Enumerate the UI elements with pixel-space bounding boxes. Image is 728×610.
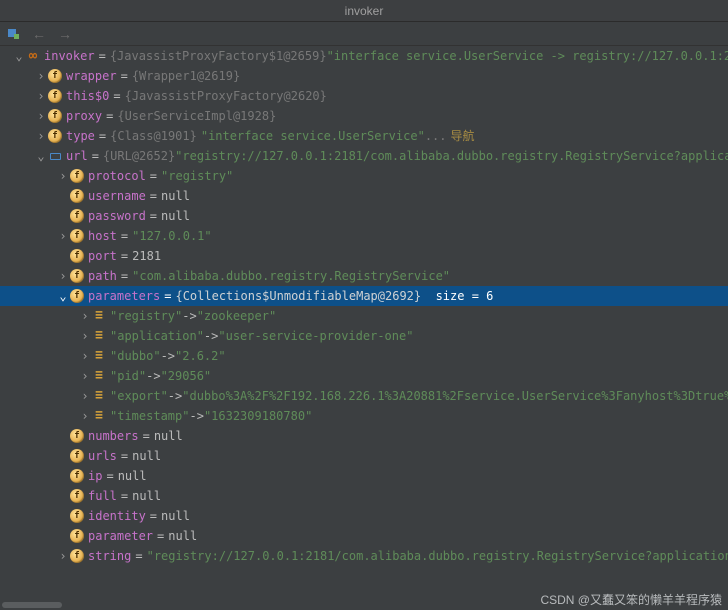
chevron-right-icon[interactable]: ›	[34, 86, 48, 106]
chevron-down-icon[interactable]: ⌄	[34, 146, 48, 166]
field-icon: f	[48, 69, 62, 83]
field-icon: f	[70, 549, 84, 563]
tree-row-proxy[interactable]: › f proxy = {UserServiceImpl@1928}	[0, 106, 728, 126]
tree-row-wrapper[interactable]: › f wrapper = {Wrapper1@2619}	[0, 66, 728, 86]
chevron-right-icon[interactable]: ›	[56, 266, 70, 286]
chevron-down-icon[interactable]: ⌄	[56, 286, 70, 306]
chevron-right-icon[interactable]: ›	[34, 106, 48, 126]
tree-row-parameter[interactable]: ·fparameter=null	[0, 526, 728, 546]
variable-tree[interactable]: ⌄ ∞ invoker = {JavassistProxyFactory$1@2…	[0, 46, 728, 592]
field-icon: f	[70, 489, 84, 503]
var-name: invoker	[44, 46, 95, 66]
tree-config-icon[interactable]	[6, 26, 22, 42]
tree-row-parameters[interactable]: ⌄fparameters={Collections$UnmodifiableMa…	[0, 286, 728, 306]
tree-row-type[interactable]: › f type = {Class@1901} "interface servi…	[0, 126, 728, 146]
chevron-down-icon[interactable]: ⌄	[12, 46, 26, 66]
tree-row-password[interactable]: ·fpassword=null	[0, 206, 728, 226]
chevron-right-icon[interactable]: ›	[56, 166, 70, 186]
tree-row-urls[interactable]: ·furls=null	[0, 446, 728, 466]
tree-row-port[interactable]: ·fport=2181	[0, 246, 728, 266]
tree-row-map-entry[interactable]: ›≡"dubbo" -> "2.6.2"	[0, 346, 728, 366]
tree-row-map-entry[interactable]: ›≡"application" -> "user-service-provide…	[0, 326, 728, 346]
tree-row-protocol[interactable]: ›fprotocol="registry"	[0, 166, 728, 186]
map-entry-icon: ≡	[92, 349, 106, 363]
tree-row-host[interactable]: ›fhost="127.0.0.1"	[0, 226, 728, 246]
map-entry-icon: ≡	[92, 389, 106, 403]
tree-row-map-entry[interactable]: ›≡"export" -> "dubbo%3A%2F%2F192.168.226…	[0, 386, 728, 406]
field-icon: f	[48, 109, 62, 123]
field-icon: f	[70, 449, 84, 463]
chevron-right-icon[interactable]: ›	[78, 366, 92, 386]
tree-row-identity[interactable]: ·fidentity=null	[0, 506, 728, 526]
navigate-link[interactable]: 导航	[451, 126, 475, 146]
tree-row-map-entry[interactable]: ›≡"registry" -> "zookeeper"	[0, 306, 728, 326]
field-icon: f	[70, 189, 84, 203]
tree-row-numbers[interactable]: ·fnumbers=null	[0, 426, 728, 446]
chevron-right-icon[interactable]: ›	[34, 126, 48, 146]
map-entry-icon: ≡	[92, 409, 106, 423]
tree-row-invoker[interactable]: ⌄ ∞ invoker = {JavassistProxyFactory$1@2…	[0, 46, 728, 66]
toolbar: ← →	[0, 22, 728, 46]
field-icon: f	[70, 529, 84, 543]
chevron-right-icon[interactable]: ›	[78, 346, 92, 366]
chevron-right-icon[interactable]: ›	[56, 226, 70, 246]
tree-row-username[interactable]: ·fusername=null	[0, 186, 728, 206]
tree-row-string[interactable]: ›fstring="registry://127.0.0.1:2181/com.…	[0, 546, 728, 566]
field-icon: f	[70, 429, 84, 443]
scrollbar-thumb[interactable]	[2, 602, 62, 608]
forward-button[interactable]: →	[56, 26, 74, 42]
tree-row-ip[interactable]: ·fip=null	[0, 466, 728, 486]
watermark: CSDN @又蠢又笨的懒羊羊程序猿	[540, 591, 722, 608]
back-button[interactable]: ←	[30, 26, 48, 42]
field-icon: f	[70, 289, 84, 303]
field-icon: f	[70, 509, 84, 523]
tree-row-full[interactable]: ·ffull=null	[0, 486, 728, 506]
chevron-right-icon[interactable]: ›	[78, 406, 92, 426]
map-entry-icon: ≡	[92, 309, 106, 323]
chevron-right-icon[interactable]: ›	[56, 546, 70, 566]
field-icon: f	[70, 249, 84, 263]
tree-row-path[interactable]: ›fpath="com.alibaba.dubbo.registry.Regis…	[0, 266, 728, 286]
chevron-right-icon[interactable]: ›	[78, 326, 92, 346]
object-icon: ∞	[26, 49, 40, 63]
tree-row-url[interactable]: ⌄ url = {URL@2652} "registry://127.0.0.1…	[0, 146, 728, 166]
field-icon: f	[70, 469, 84, 483]
map-entry-icon: ≡	[92, 329, 106, 343]
field-icon: f	[48, 129, 62, 143]
field-icon: f	[70, 209, 84, 223]
map-entry-icon: ≡	[92, 369, 106, 383]
chevron-right-icon[interactable]: ›	[78, 306, 92, 326]
field-icon: f	[48, 89, 62, 103]
tree-row-map-entry[interactable]: ›≡"pid" -> "29056"	[0, 366, 728, 386]
field-icon: f	[70, 169, 84, 183]
url-icon	[48, 149, 62, 163]
field-icon: f	[70, 229, 84, 243]
tree-row-map-entry[interactable]: ›≡"timestamp" -> "1632309180780"	[0, 406, 728, 426]
tree-row-this0[interactable]: › f this$0 = {JavassistProxyFactory@2620…	[0, 86, 728, 106]
field-icon: f	[70, 269, 84, 283]
chevron-right-icon[interactable]: ›	[78, 386, 92, 406]
chevron-right-icon[interactable]: ›	[34, 66, 48, 86]
window-title: invoker	[0, 0, 728, 22]
